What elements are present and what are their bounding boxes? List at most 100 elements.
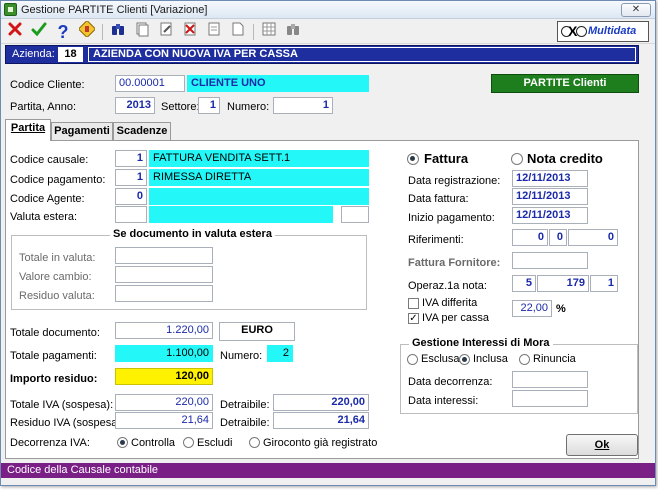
status-bar: Codice della Causale contabile (1, 463, 655, 478)
fattura-fornitore-label: Fattura Fornitore: (408, 257, 501, 269)
numero-field[interactable]: 1 (273, 97, 333, 114)
partite-clienti-button[interactable]: PARTITE Clienti (491, 74, 639, 93)
detraibile-field-2[interactable]: 21,64 (273, 412, 369, 429)
operaz-field-2[interactable]: 179 (537, 275, 589, 292)
ok-button[interactable]: Ok (566, 434, 638, 456)
riferimenti-field-1[interactable]: 0 (512, 229, 548, 246)
mora-rinuncia-radio[interactable] (519, 354, 530, 365)
tab-scadenze-label: Scadenze (116, 125, 168, 137)
fattura-label: Fattura (424, 151, 469, 166)
settore-field[interactable]: 1 (198, 97, 220, 114)
percent-sign: % (556, 303, 566, 315)
valuta-code-field[interactable] (115, 206, 147, 223)
settore-label: Settore: (161, 101, 200, 113)
detraibile-field-1[interactable]: 220,00 (273, 394, 369, 411)
iva-differita-checkbox[interactable] (408, 298, 419, 309)
valore-cambio-field[interactable] (115, 266, 213, 283)
riferimenti-field-3[interactable]: 0 (568, 229, 618, 246)
blank-page-icon[interactable] (227, 21, 249, 43)
anno-field[interactable]: 2013 (115, 97, 155, 114)
inizio-pagamento-field[interactable]: 12/11/2013 (512, 207, 588, 224)
tab-partita[interactable]: Partita (5, 119, 51, 141)
decorrenza-escludi-radio[interactable] (183, 437, 194, 448)
nota-credito-label: Nota credito (527, 151, 603, 166)
decorrenza-controlla-label: Controlla (131, 437, 176, 449)
help-icon[interactable]: ? (52, 21, 74, 43)
data-fattura-field[interactable]: 12/11/2013 (512, 188, 588, 205)
data-interessi-field[interactable] (512, 390, 588, 407)
codice-cliente-field[interactable]: 00.00001 (115, 75, 185, 92)
tab-pagamenti[interactable]: Pagamenti (51, 122, 113, 140)
valuta-extra-field[interactable] (341, 206, 369, 223)
pagamento-code-field[interactable]: 1 (115, 169, 147, 186)
detraibile-label-2: Detraibile: (220, 417, 270, 429)
residuo-iva-label: Residuo IVA (sospesa): (10, 417, 125, 429)
data-registrazione-field[interactable]: 12/11/2013 (512, 170, 588, 187)
window-close-button[interactable]: ✕ (621, 3, 651, 17)
iva-per-cassa-checkbox[interactable]: ✓ (408, 313, 419, 324)
riferimenti-label: Riferimenti: (408, 234, 464, 246)
valuta-desc-field (149, 206, 333, 223)
valuta-label: Valuta estera: (10, 211, 78, 223)
calculator-icon[interactable] (76, 19, 98, 43)
azienda-bar: Azienda: 18 AZIENDA CON NUOVA IVA PER CA… (5, 45, 639, 64)
tab-scadenze[interactable]: Scadenze (113, 122, 171, 140)
currency-field: EURO (219, 322, 295, 341)
causale-label: Codice causale: (10, 154, 89, 166)
mora-esclusa-label: Esclusa (421, 353, 460, 365)
residuo-valuta-field[interactable] (115, 285, 213, 302)
riferimenti-field-2[interactable]: 0 (549, 229, 567, 246)
numero-label: Numero: (227, 101, 270, 113)
close-x-icon[interactable] (4, 21, 26, 43)
totale-iva-field[interactable]: 220,00 (115, 394, 213, 411)
nota-credito-radio[interactable] (511, 153, 523, 165)
agente-code-field[interactable]: 0 (115, 188, 147, 205)
totale-valuta-field[interactable] (115, 247, 213, 264)
binoculars-icon[interactable] (107, 21, 129, 43)
app-icon (4, 3, 17, 16)
app-window: Gestione PARTITE Clienti [Variazione] ✕ … (0, 0, 656, 486)
data-decorrenza-label: Data decorrenza: (408, 376, 493, 388)
tab-partita-label: Partita (10, 122, 46, 134)
totale-pagamenti-field: 1.100,00 (115, 345, 213, 362)
codice-cliente-label: Codice Cliente: (10, 79, 85, 91)
totale-documento-field[interactable]: 1.220,00 (115, 322, 213, 339)
edit-page-icon[interactable] (155, 21, 177, 43)
decorrenza-giroconto-radio[interactable] (249, 437, 260, 448)
decorrenza-giroconto-label: Giroconto già registrato (263, 437, 378, 449)
data-interessi-label: Data interessi: (408, 395, 479, 407)
copy-page-icon[interactable] (131, 21, 153, 43)
decorrenza-iva-label: Decorrenza IVA: (10, 437, 90, 449)
page-icon[interactable] (203, 21, 225, 43)
data-decorrenza-field[interactable] (512, 371, 588, 388)
fattura-radio[interactable] (407, 153, 419, 165)
brand-name: Multidata (588, 25, 637, 37)
window-title: Gestione PARTITE Clienti [Variazione] (21, 4, 208, 16)
detraibile-label-1: Detraibile: (220, 399, 270, 411)
binoculars-gray-icon[interactable] (282, 21, 304, 43)
mora-esclusa-radio[interactable] (407, 354, 418, 365)
pagamento-label: Codice pagamento: (10, 174, 106, 186)
decorrenza-controlla-radio[interactable] (117, 437, 128, 448)
operaz-field-1[interactable]: 5 (512, 275, 536, 292)
fattura-fornitore-field[interactable] (512, 252, 588, 269)
multidata-logo: X Multidata (557, 21, 649, 42)
operaz-field-3[interactable]: 1 (590, 275, 618, 292)
data-fattura-label: Data fattura: (408, 193, 469, 205)
residuo-iva-field[interactable]: 21,64 (115, 412, 213, 429)
agente-desc-field (149, 188, 369, 205)
agente-label: Codice Agente: (10, 193, 85, 205)
valore-cambio-label: Valore cambio: (19, 271, 92, 283)
iva-percent-field[interactable]: 22,00 (512, 300, 552, 317)
importo-residuo-field: 120,00 (115, 368, 213, 385)
toolbar-separator (253, 24, 254, 40)
toolbar: ? X Multidata (1, 19, 655, 44)
importo-residuo-label: Importo residuo: (10, 373, 98, 385)
delete-page-icon[interactable] (179, 21, 201, 43)
mora-inclusa-radio[interactable] (459, 354, 470, 365)
causale-code-field[interactable]: 1 (115, 150, 147, 167)
grid-icon[interactable] (258, 21, 280, 43)
confirm-check-icon[interactable] (28, 21, 50, 43)
ok-button-label: Ok (594, 439, 610, 451)
pagamento-desc-field: RIMESSA DIRETTA (149, 169, 369, 186)
